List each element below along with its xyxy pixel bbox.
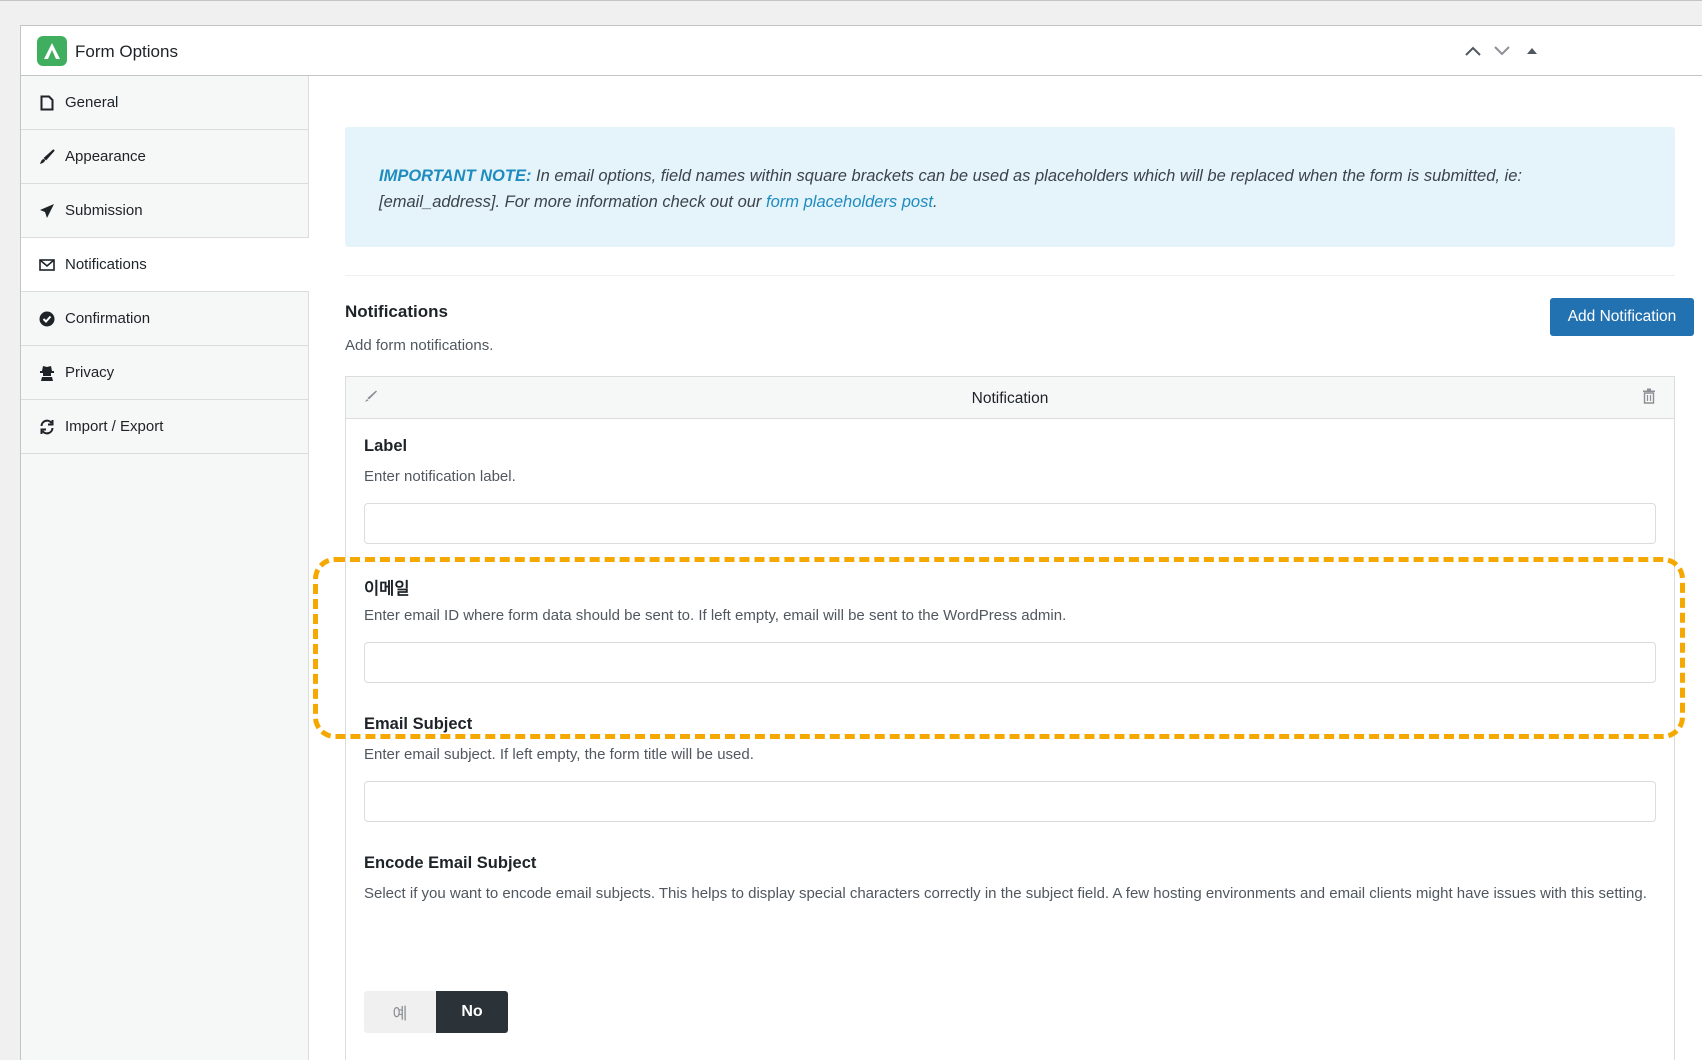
toggle-yes-option[interactable]: 예 bbox=[364, 991, 436, 1033]
sidebar-item-label: Import / Export bbox=[65, 418, 164, 435]
label-field-description: Enter notification label. bbox=[364, 468, 516, 485]
brush-icon bbox=[37, 147, 57, 167]
check-badge-icon bbox=[37, 309, 57, 329]
sidebar-item-general[interactable]: General bbox=[21, 76, 308, 130]
email-subject-label: Email Subject bbox=[364, 715, 473, 733]
plugin-logo-icon bbox=[37, 36, 67, 66]
sidebar-item-label: Privacy bbox=[65, 364, 115, 381]
form-options-panel: Form Options General Appearance Submissi… bbox=[20, 25, 1702, 1060]
panel-header: Form Options bbox=[21, 26, 1702, 76]
user-secret-icon bbox=[37, 363, 57, 383]
notification-card-title: Notification bbox=[971, 390, 1049, 407]
email-input[interactable] bbox=[364, 642, 1656, 683]
main-content: IMPORTANT NOTE: In email options, field … bbox=[309, 76, 1702, 1060]
note-heading: IMPORTANT NOTE: bbox=[379, 167, 532, 185]
notification-card: Notification Label Enter notification la… bbox=[345, 376, 1675, 1060]
top-border bbox=[0, 0, 1702, 1]
placeholders-link[interactable]: form placeholders post bbox=[766, 193, 933, 211]
sidebar: General Appearance Submission Notificati… bbox=[21, 76, 309, 1060]
triangle-up-icon bbox=[1527, 48, 1537, 54]
email-subject-input[interactable] bbox=[364, 781, 1656, 822]
divider bbox=[345, 275, 1675, 276]
email-field-description: Enter email ID where form data should be… bbox=[364, 607, 1067, 624]
toggle-no-option[interactable]: No bbox=[436, 991, 508, 1033]
add-notification-button[interactable]: Add Notification bbox=[1550, 298, 1694, 336]
sidebar-item-label: Notifications bbox=[65, 256, 147, 273]
sidebar-item-label: Appearance bbox=[65, 148, 146, 165]
sidebar-item-submission[interactable]: Submission bbox=[21, 184, 308, 238]
envelope-icon bbox=[37, 255, 57, 275]
sidebar-item-notifications[interactable]: Notifications bbox=[21, 238, 309, 292]
panel-title: Form Options bbox=[75, 42, 178, 61]
important-note: IMPORTANT NOTE: In email options, field … bbox=[345, 127, 1675, 247]
file-icon bbox=[37, 93, 57, 113]
note-text-end: . bbox=[932, 193, 938, 211]
sync-icon bbox=[37, 417, 57, 437]
encode-subject-toggle: 예 No bbox=[364, 991, 508, 1033]
sidebar-item-label: General bbox=[65, 94, 119, 111]
chevron-up-icon bbox=[1465, 46, 1481, 56]
sidebar-item-privacy[interactable]: Privacy bbox=[21, 346, 308, 400]
note-text: In email options, field names within squ… bbox=[379, 167, 1522, 211]
email-subject-description: Enter email subject. If left empty, the … bbox=[364, 746, 754, 763]
notifications-description: Add form notifications. bbox=[345, 337, 494, 354]
chevron-down-icon bbox=[1494, 46, 1510, 56]
trash-icon[interactable] bbox=[1642, 388, 1656, 409]
paper-plane-icon bbox=[37, 201, 57, 221]
encode-subject-description: Select if you want to encode email subje… bbox=[364, 885, 1647, 902]
sidebar-item-confirmation[interactable]: Confirmation bbox=[21, 292, 308, 346]
notifications-title: Notifications bbox=[345, 302, 448, 321]
email-field-label: 이메일 bbox=[364, 580, 410, 598]
sidebar-item-label: Submission bbox=[65, 202, 143, 219]
label-field-label: Label bbox=[364, 437, 408, 455]
collapse-toggle-button[interactable] bbox=[1521, 40, 1543, 62]
sidebar-item-import-export[interactable]: Import / Export bbox=[21, 400, 308, 454]
sidebar-item-appearance[interactable]: Appearance bbox=[21, 130, 308, 184]
encode-subject-label: Encode Email Subject bbox=[364, 854, 537, 872]
move-up-button[interactable] bbox=[1462, 40, 1484, 62]
move-down-button[interactable] bbox=[1491, 40, 1513, 62]
notification-card-header: Notification bbox=[346, 377, 1674, 419]
sidebar-item-label: Confirmation bbox=[65, 310, 151, 327]
label-input[interactable] bbox=[364, 503, 1656, 544]
